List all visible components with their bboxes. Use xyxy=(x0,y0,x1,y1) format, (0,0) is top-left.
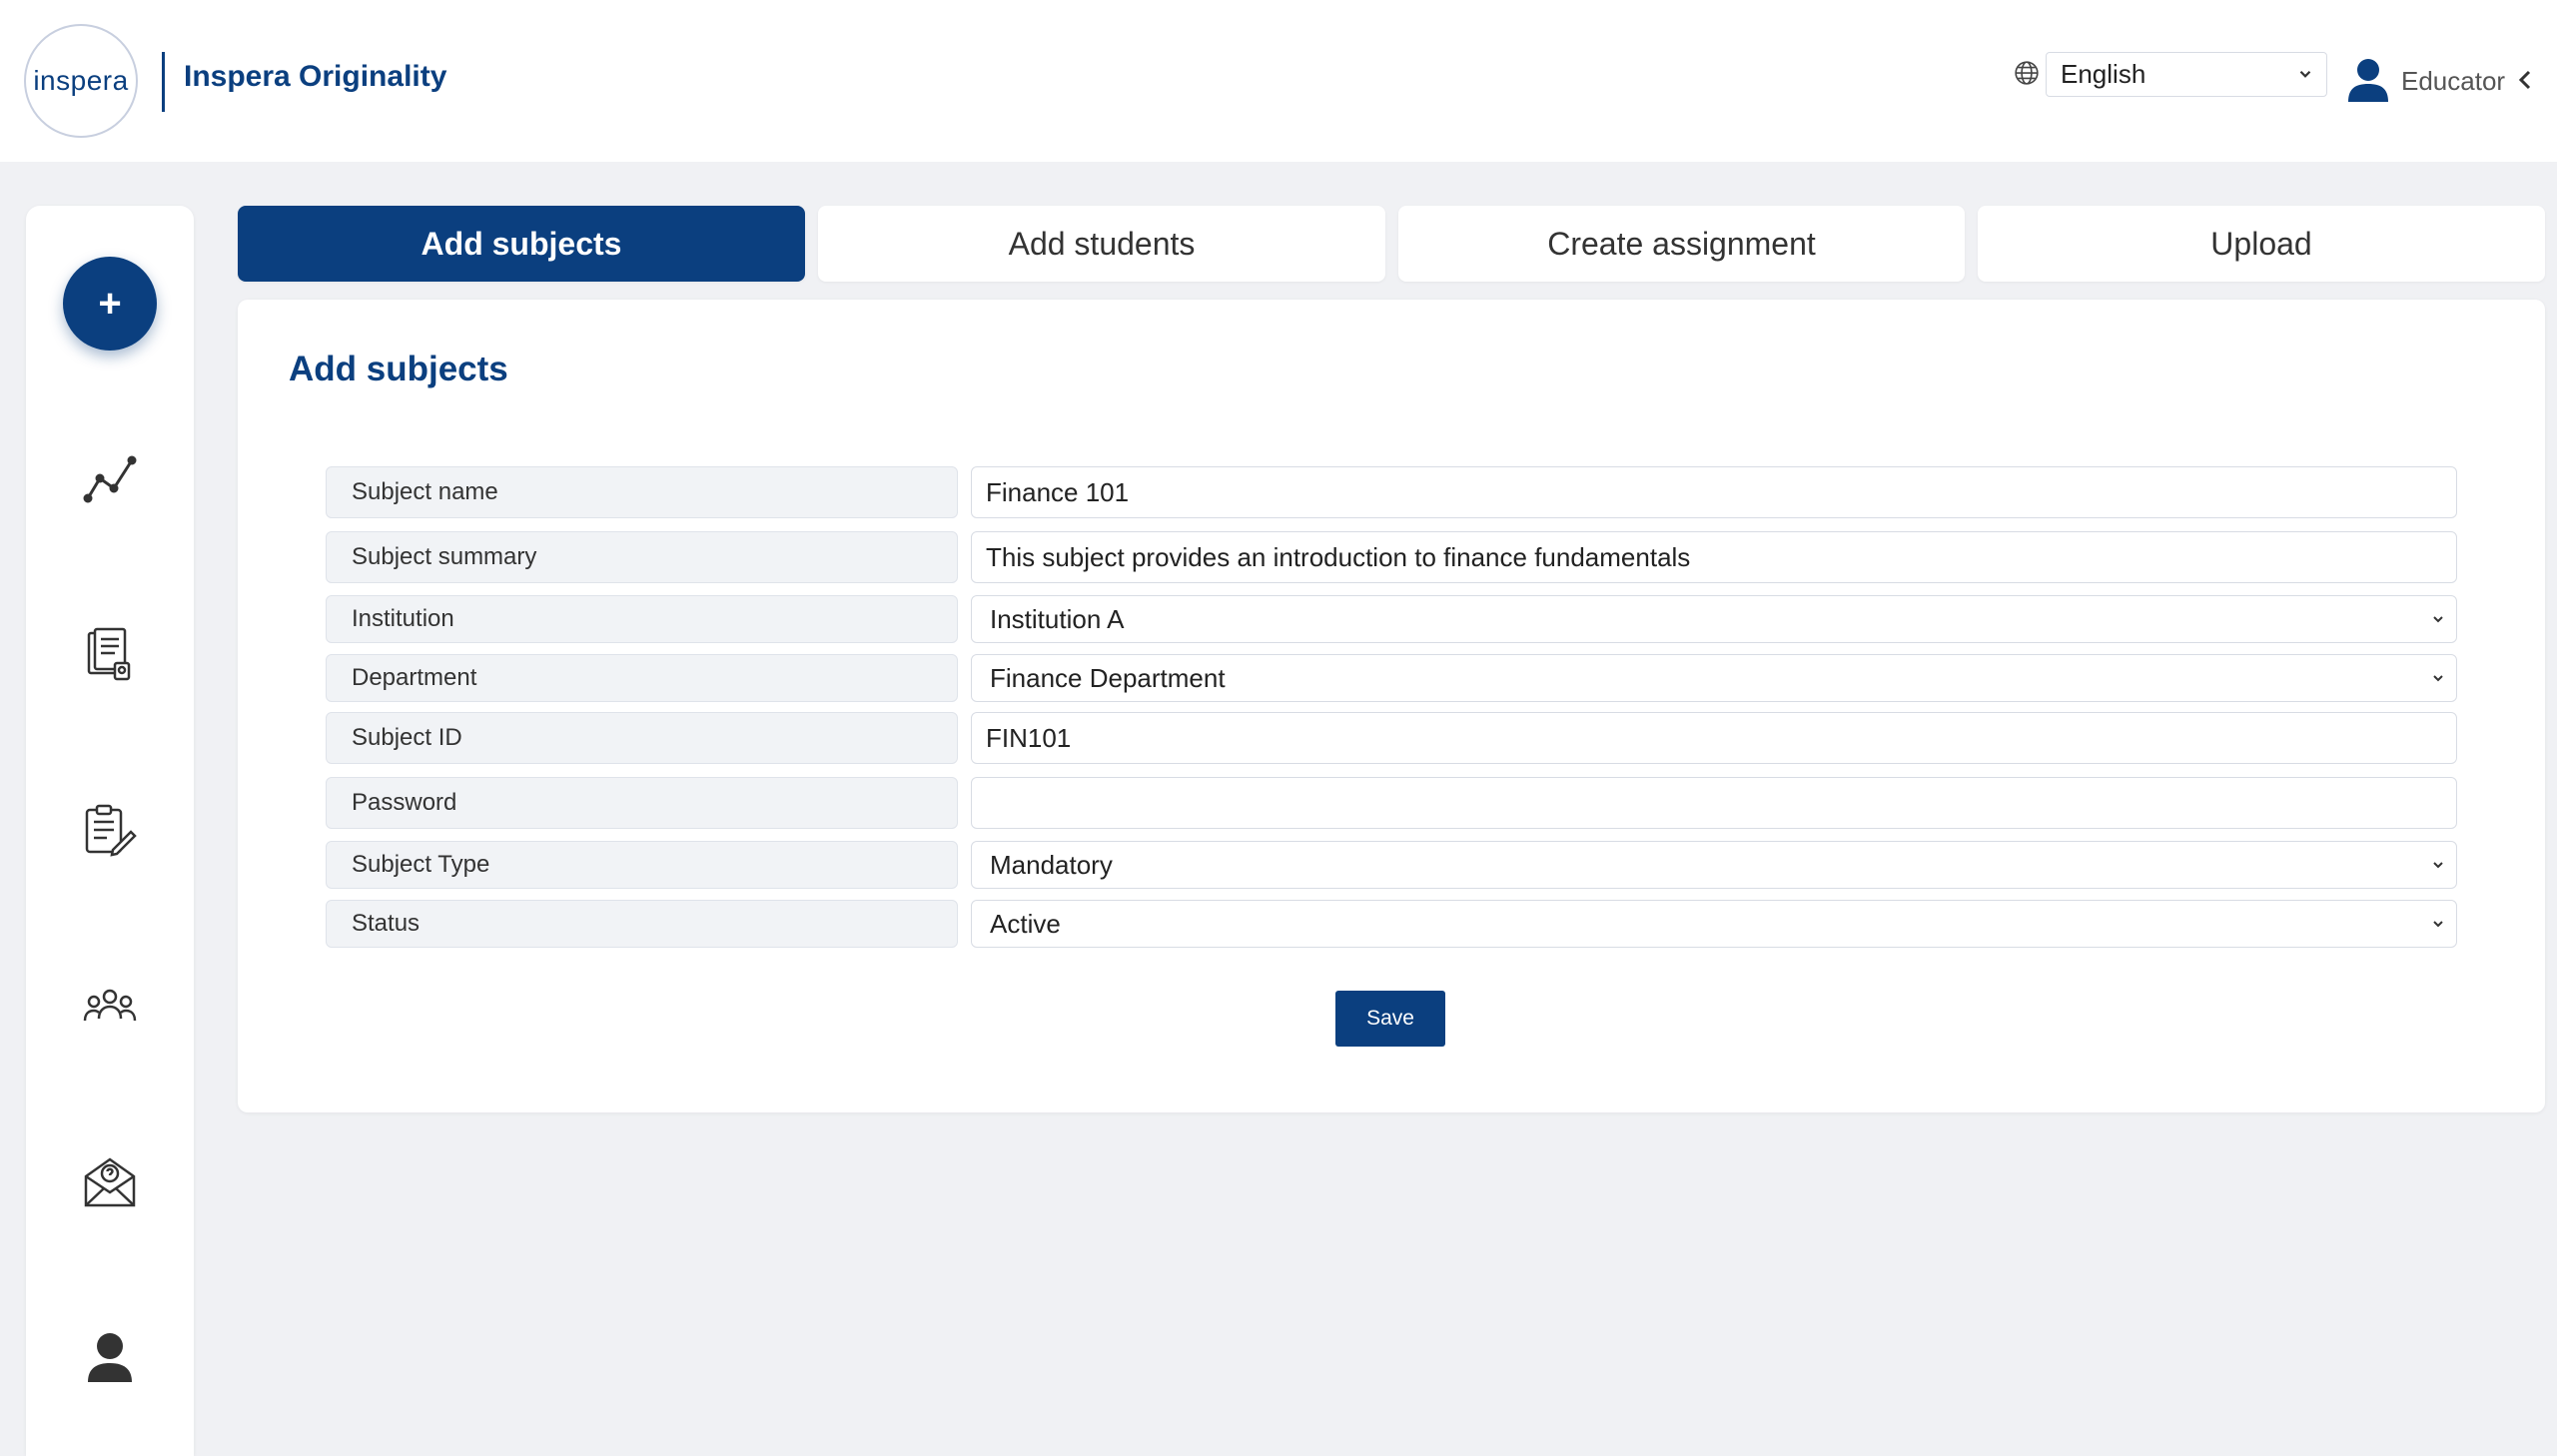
institution-select[interactable]: Institution A xyxy=(971,595,2457,643)
panel-title: Add subjects xyxy=(289,350,508,388)
globe-icon xyxy=(2015,61,2039,85)
logo-text: inspera xyxy=(33,65,129,96)
language-value: English xyxy=(2061,59,2146,89)
help-mail-icon xyxy=(84,1157,136,1207)
users-group-icon xyxy=(83,989,137,1022)
chevron-left-icon[interactable] xyxy=(2515,68,2535,92)
status-select[interactable]: Active xyxy=(971,900,2457,948)
sidebar-item-profile[interactable] xyxy=(80,1328,140,1388)
chevron-down-icon xyxy=(2433,921,2443,928)
subject-id-value: FIN101 xyxy=(986,722,1072,753)
subject-name-label: Subject name xyxy=(326,466,958,518)
tab-add-students[interactable]: Add students xyxy=(818,206,1385,282)
password-input[interactable] xyxy=(971,777,2457,829)
subject-name-input[interactable]: Finance 101 xyxy=(971,466,2457,518)
subject-id-input[interactable]: FIN101 xyxy=(971,712,2457,764)
analytics-chart-icon xyxy=(83,455,137,503)
profile-icon xyxy=(88,1333,132,1382)
department-value: Finance Department xyxy=(990,662,1226,693)
institution-label: Institution xyxy=(326,595,958,643)
add-new-button[interactable]: + xyxy=(63,257,157,351)
add-subjects-panel: Add subjects Subject name Finance 101 Su… xyxy=(238,300,2545,1112)
chevron-down-icon xyxy=(2299,70,2311,78)
subject-id-label: Subject ID xyxy=(326,712,958,764)
chevron-down-icon xyxy=(2433,616,2443,623)
subject-summary-label: Subject summary xyxy=(326,531,958,583)
language-select[interactable]: English xyxy=(2046,52,2327,97)
status-label: Status xyxy=(326,900,958,948)
sidebar-item-users[interactable] xyxy=(80,977,140,1037)
logo-divider xyxy=(162,52,165,112)
documents-icon xyxy=(87,627,131,681)
sidebar-item-analytics[interactable] xyxy=(80,449,140,509)
subject-name-value: Finance 101 xyxy=(986,476,1130,507)
user-role-label[interactable]: Educator xyxy=(2401,66,2505,97)
department-select[interactable]: Finance Department xyxy=(971,654,2457,702)
tab-upload[interactable]: Upload xyxy=(1978,206,2545,282)
chevron-down-icon xyxy=(2433,862,2443,869)
inspera-logo[interactable]: inspera xyxy=(24,24,138,138)
subject-summary-value: This subject provides an introduction to… xyxy=(986,541,1691,572)
subject-type-value: Mandatory xyxy=(990,849,1113,880)
tab-create-assignment[interactable]: Create assignment xyxy=(1398,206,1965,282)
brand-name: Inspera Originality xyxy=(184,60,447,93)
save-button[interactable]: Save xyxy=(1335,991,1445,1047)
top-header: inspera Inspera Originality English Educ… xyxy=(0,0,2557,162)
sidebar-item-help[interactable] xyxy=(80,1152,140,1212)
tab-add-subjects[interactable]: Add subjects xyxy=(238,206,805,282)
sidebar: + xyxy=(26,206,194,1456)
sidebar-item-documents[interactable] xyxy=(80,625,140,685)
chevron-down-icon xyxy=(2433,675,2443,682)
password-label: Password xyxy=(326,777,958,829)
assignment-edit-icon xyxy=(85,804,137,857)
subject-summary-input[interactable]: This subject provides an introduction to… xyxy=(971,531,2457,583)
subject-type-label: Subject Type xyxy=(326,841,958,889)
institution-value: Institution A xyxy=(990,603,1125,634)
sidebar-item-assignments[interactable] xyxy=(80,801,140,861)
department-label: Department xyxy=(326,654,958,702)
subject-type-select[interactable]: Mandatory xyxy=(971,841,2457,889)
user-icon[interactable] xyxy=(2347,58,2389,102)
status-value: Active xyxy=(990,908,1061,939)
